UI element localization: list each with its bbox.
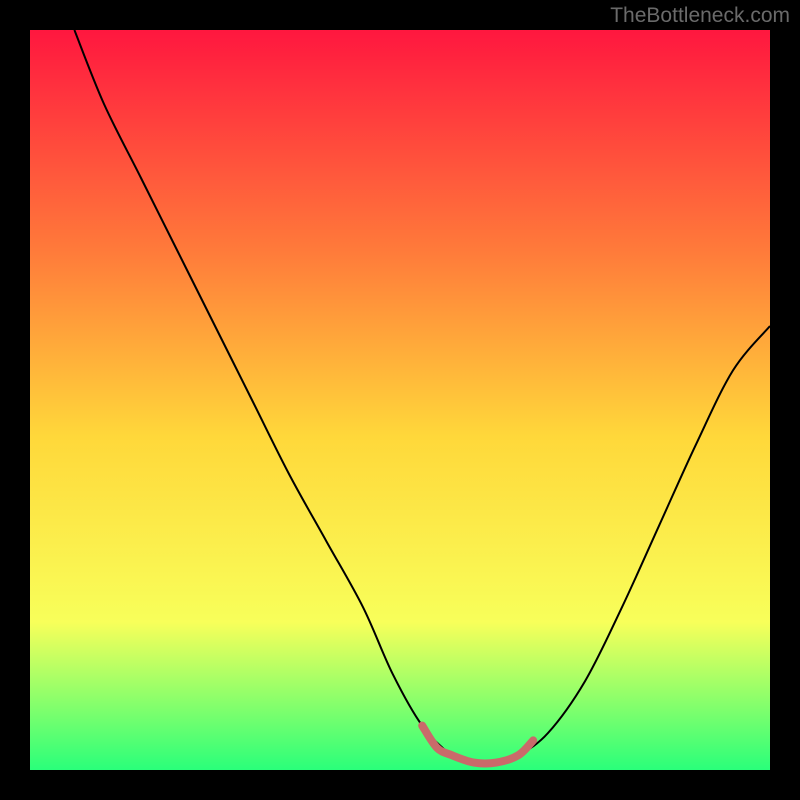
watermark-text: TheBottleneck.com — [610, 4, 790, 28]
gradient-background — [30, 30, 770, 770]
chart-canvas — [30, 30, 770, 770]
plot-area — [30, 30, 770, 770]
